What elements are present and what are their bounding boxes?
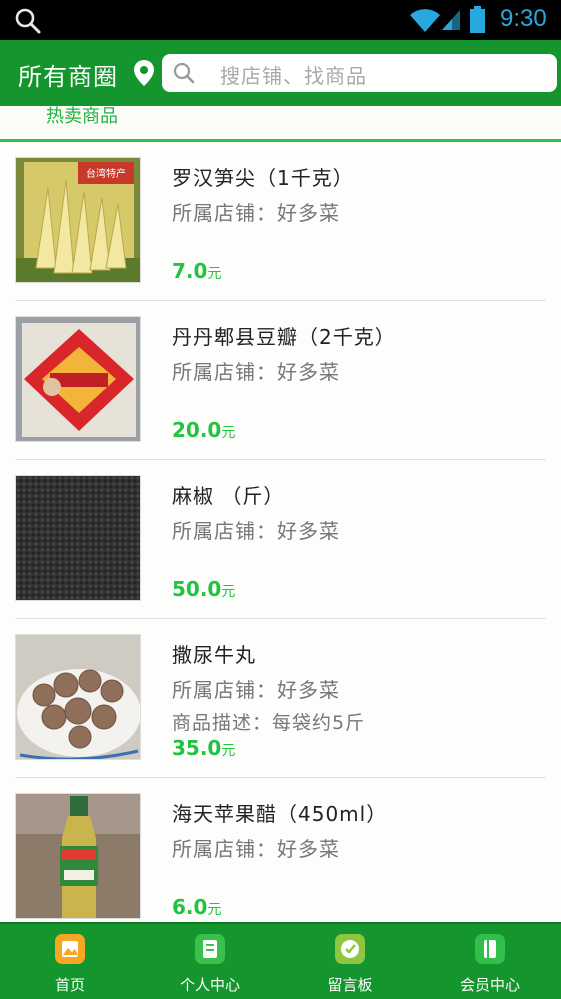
signal-icon [442, 10, 460, 30]
product-item[interactable]: 海天苹果醋（450ml） 所属店铺：好多菜 6.0元 [0, 778, 561, 922]
search-input[interactable]: 搜店铺、找商品 [162, 54, 557, 92]
product-name[interactable]: 麻椒 （斤） [172, 480, 284, 509]
nav-label: 会员中心 [459, 976, 520, 994]
nav-item-home[interactable]: 首页 [0, 924, 140, 999]
status-bar: 9:30 [0, 0, 561, 40]
product-shop: 所属店铺：好多菜 [172, 360, 340, 384]
product-name[interactable]: 海天苹果醋（450ml） [172, 798, 387, 827]
product-image [15, 316, 141, 442]
product-image [15, 475, 141, 601]
bottom-nav: 首页 个人中心 留言板 会员中心 [0, 922, 561, 999]
nav-item-profile[interactable]: 个人中心 [140, 924, 280, 999]
product-name[interactable]: 撒尿牛丸 [172, 639, 256, 668]
product-item[interactable]: 台湾特产 罗汉笋尖（1千克） 所属店铺：好多菜 7.0元 [0, 142, 561, 301]
product-price: 35.0元 [172, 736, 236, 760]
product-shop: 所属店铺：好多菜 [172, 678, 340, 702]
product-image [15, 634, 141, 760]
nav-item-message-board[interactable]: 留言板 [280, 924, 420, 999]
nav-label: 首页 [54, 976, 85, 994]
product-item[interactable]: 撒尿牛丸 所属店铺：好多菜 商品描述：每袋约5斤 35.0元 [0, 619, 561, 778]
clock: 9:30 [500, 5, 547, 32]
product-shop: 所属店铺：好多菜 [172, 837, 340, 861]
product-image: 台湾特产 [15, 157, 141, 283]
package-label: 台湾特产 [86, 167, 126, 180]
section-header: 热卖商品 [0, 106, 561, 142]
product-name[interactable]: 丹丹郫县豆瓣（2千克） [172, 321, 396, 350]
search-icon [173, 62, 195, 84]
product-item[interactable]: 麻椒 （斤） 所属店铺：好多菜 50.0元 [0, 460, 561, 619]
product-shop: 所属店铺：好多菜 [172, 519, 340, 543]
message-board-icon [335, 934, 365, 964]
product-item[interactable]: 丹丹郫县豆瓣（2千克） 所属店铺：好多菜 20.0元 [0, 301, 561, 460]
member-card-icon [475, 934, 505, 964]
section-title: 热卖商品 [46, 106, 118, 127]
product-description: 商品描述：每袋约5斤 [172, 712, 366, 734]
nav-item-member-center[interactable]: 会员中心 [420, 924, 560, 999]
search-placeholder: 搜店铺、找商品 [220, 64, 367, 88]
area-selector[interactable]: 所有商圈 [18, 57, 118, 92]
product-price: 50.0元 [172, 577, 236, 601]
product-price: 7.0元 [172, 259, 222, 283]
search-icon[interactable] [14, 7, 42, 35]
product-image [15, 793, 141, 919]
wifi-icon [410, 9, 440, 32]
product-name[interactable]: 罗汉笋尖（1千克） [172, 162, 354, 191]
nav-label: 个人中心 [179, 976, 240, 994]
app-header: 所有商圈 搜店铺、找商品 [0, 40, 561, 106]
product-price: 6.0元 [172, 895, 222, 919]
product-shop: 所属店铺：好多菜 [172, 201, 340, 225]
home-icon [55, 934, 85, 964]
location-pin-icon[interactable] [133, 59, 155, 87]
nav-label: 留言板 [327, 976, 373, 994]
profile-icon [195, 934, 225, 964]
product-list[interactable]: 台湾特产 罗汉笋尖（1千克） 所属店铺：好多菜 7.0元 丹丹郫县豆瓣（2千克）… [0, 142, 561, 922]
product-price: 20.0元 [172, 418, 236, 442]
battery-icon [470, 6, 485, 33]
